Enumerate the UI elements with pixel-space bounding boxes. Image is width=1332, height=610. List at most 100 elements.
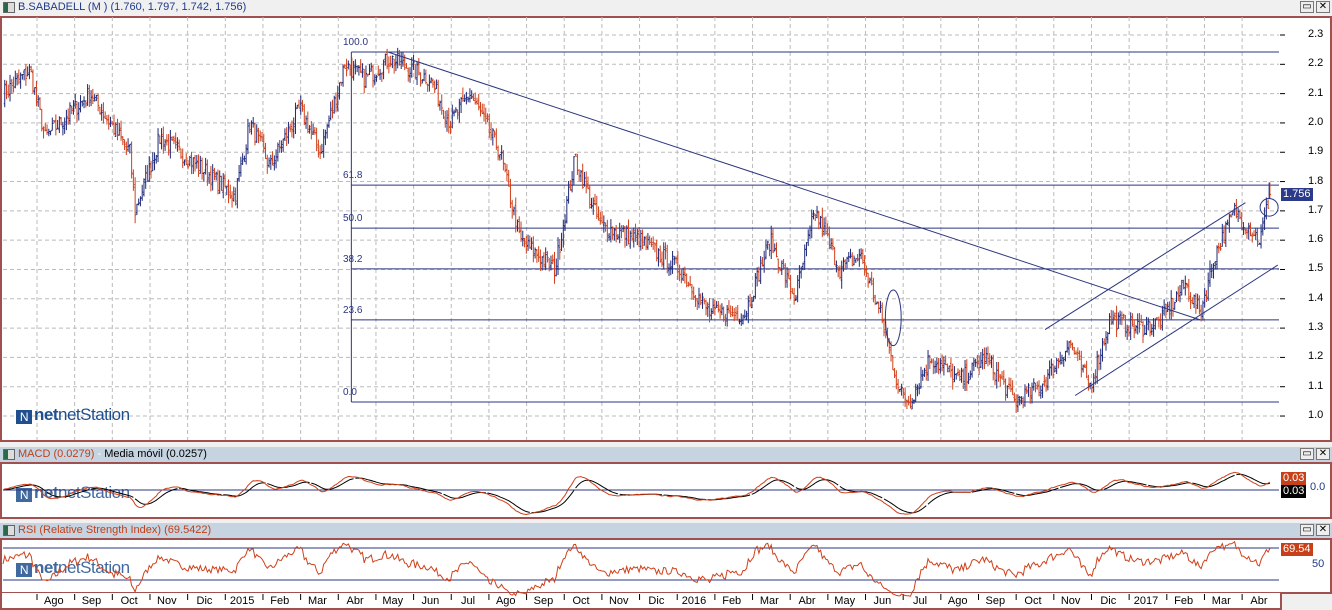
- price-bar: [770, 225, 773, 260]
- price-bar: [1221, 223, 1224, 247]
- price-bar: [68, 102, 72, 125]
- price-bar: [641, 229, 644, 249]
- price-bar: [1013, 392, 1016, 403]
- price-bar: [23, 69, 26, 81]
- time-tick-label: Feb: [722, 595, 742, 607]
- price-bar: [298, 99, 301, 109]
- price-bar: [361, 63, 364, 78]
- price-bar: [505, 164, 509, 182]
- price-bar: [31, 69, 35, 94]
- price-bar: [643, 236, 646, 246]
- rsi-legend: RSI (Relative Strength Index) (69.5422): [18, 524, 212, 536]
- price-bar: [63, 117, 66, 134]
- time-tick-label: Oct: [572, 595, 590, 607]
- highlight-ellipse: [1259, 198, 1279, 217]
- macd-close-button[interactable]: ✕: [1316, 448, 1330, 460]
- macd-panel[interactable]: [0, 462, 1282, 519]
- price-bar: [9, 74, 12, 102]
- price-bar: [335, 92, 338, 113]
- price-tick-label: 2.1: [1308, 86, 1324, 99]
- price-bar: [583, 171, 586, 187]
- price-bar: [879, 300, 882, 313]
- time-tick-label: Mar: [307, 595, 327, 607]
- price-bar: [259, 130, 262, 142]
- rsi-restore-button[interactable]: ▭: [1300, 524, 1314, 536]
- price-bar: [157, 128, 160, 163]
- price-tick-label: 1.0: [1308, 409, 1324, 422]
- price-bar: [181, 148, 184, 169]
- price-bar: [312, 123, 315, 135]
- price-bar: [310, 121, 313, 140]
- price-tick-label: 1.2: [1308, 350, 1324, 363]
- time-tick-label: May: [382, 595, 404, 607]
- price-bar: [116, 118, 119, 141]
- price-bar: [423, 68, 426, 82]
- price-bar: [222, 173, 225, 199]
- price-bar: [1138, 313, 1141, 333]
- price-bar: [777, 258, 780, 274]
- macd-value-tag: 0.03: [1281, 472, 1307, 485]
- fibonacci-level-label: 50.0: [343, 213, 363, 225]
- price-bar: [416, 61, 419, 85]
- price-bar: [1066, 340, 1069, 353]
- price-bar: [539, 249, 542, 271]
- price-bar: [109, 116, 112, 128]
- price-bar: [1023, 384, 1027, 407]
- price-bar: [631, 229, 634, 242]
- price-bar: [1189, 292, 1192, 309]
- price-bar: [239, 156, 243, 177]
- price-bar: [861, 248, 865, 264]
- rsi-panel[interactable]: [0, 538, 1282, 594]
- time-axis[interactable]: [0, 593, 1282, 610]
- price-bar: [16, 73, 19, 86]
- price-bar: [199, 155, 202, 174]
- time-tick-label: Abr: [1250, 595, 1268, 607]
- time-tick-label: Nov: [157, 595, 177, 607]
- macd-restore-button[interactable]: ▭: [1300, 448, 1314, 460]
- price-bar: [185, 153, 188, 166]
- price-bar: [176, 137, 179, 152]
- price-bar: [911, 397, 914, 410]
- price-bar: [389, 55, 392, 67]
- price-bar: [127, 138, 130, 152]
- price-bar: [326, 123, 329, 139]
- price-bar: [882, 318, 886, 337]
- time-tick-label: Abr: [798, 595, 816, 607]
- time-tick-label: Sep: [985, 595, 1006, 607]
- netstation-logo-macd: NnetnetStation: [16, 483, 130, 503]
- price-bar: [823, 217, 826, 236]
- logo-text: netStation: [58, 483, 130, 502]
- time-tick-label: Feb: [1174, 595, 1194, 607]
- price-bar: [932, 358, 935, 375]
- price-bar: [135, 203, 139, 215]
- price-bar: [338, 82, 341, 100]
- time-tick-label: May: [834, 595, 856, 607]
- price-bar: [460, 96, 463, 114]
- price-bar: [504, 163, 507, 173]
- price-tick-label: 1.8: [1308, 174, 1324, 187]
- price-bar: [273, 155, 276, 171]
- price-bar: [1050, 358, 1053, 376]
- rsi-close-button[interactable]: ✕: [1316, 524, 1330, 536]
- price-bar: [877, 301, 880, 314]
- last-price-tag: 1.756: [1281, 188, 1313, 201]
- rsi-value-tag: 69.54: [1281, 543, 1313, 556]
- price-bar: [592, 197, 595, 215]
- price-bar: [833, 246, 836, 266]
- price-bar: [542, 252, 546, 268]
- price-bar: [372, 64, 375, 88]
- time-tick-label: Jul: [912, 595, 928, 607]
- price-bar: [909, 394, 912, 409]
- price-bar: [958, 369, 961, 382]
- price-bar: [816, 205, 819, 219]
- price-bar: [305, 115, 308, 129]
- price-bar: [743, 309, 746, 319]
- price-bar: [142, 178, 146, 197]
- price-bar: [433, 80, 436, 94]
- price-bar: [243, 155, 246, 162]
- price-bar: [934, 360, 937, 374]
- price-bar: [1031, 382, 1034, 404]
- price-bar: [287, 121, 290, 144]
- price-bar: [280, 140, 283, 153]
- price-bar: [606, 219, 609, 243]
